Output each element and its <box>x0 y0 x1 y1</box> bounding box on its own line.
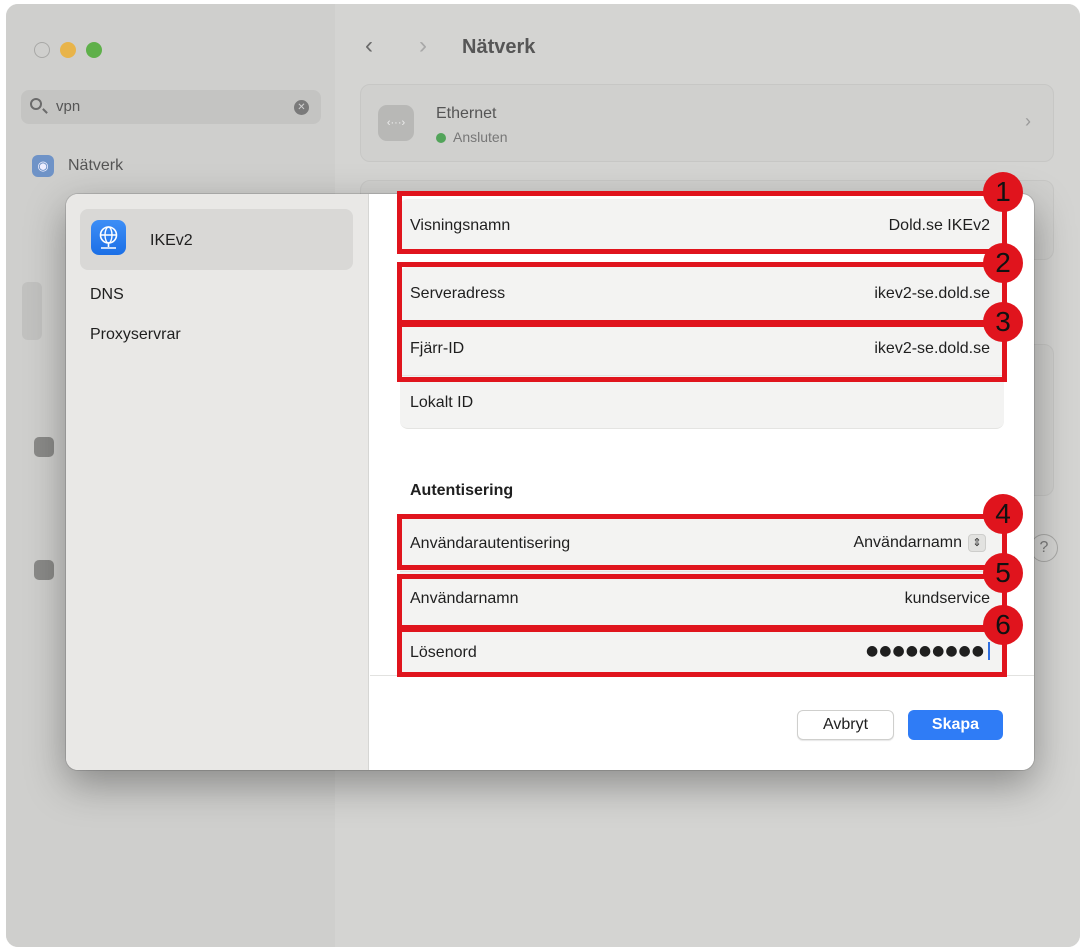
annotation-box-5 <box>397 574 1007 630</box>
minimize-window-button[interactable] <box>60 42 76 58</box>
annotation-box-2 <box>397 262 1007 325</box>
annotation-box-1 <box>397 191 1007 254</box>
zoom-window-button[interactable] <box>86 42 102 58</box>
cancel-button[interactable]: Avbryt <box>797 710 894 740</box>
close-window-button[interactable] <box>34 42 50 58</box>
annotation-number-4: 4 <box>983 494 1023 534</box>
ethernet-name: Ethernet <box>436 105 497 122</box>
annotation-number-6: 6 <box>983 605 1023 645</box>
ethernet-status: Ansluten <box>453 129 508 145</box>
local-id-field[interactable]: Lokalt ID <box>400 375 1004 429</box>
ethernet-icon: ‹···› <box>378 105 414 141</box>
annotation-number-5: 5 <box>983 553 1023 593</box>
toggle-settings-icon <box>34 437 54 457</box>
sidebar-item-network[interactable]: ◉ Nätverk <box>32 151 332 181</box>
status-dot-icon <box>436 133 446 143</box>
globe-icon: ◉ <box>32 155 54 177</box>
annotation-box-4 <box>397 514 1007 570</box>
authentication-section-title: Autentisering <box>410 482 514 499</box>
forward-button[interactable]: › <box>419 32 427 60</box>
chevron-right-icon: › <box>1025 111 1031 131</box>
annotation-box-6 <box>397 627 1007 677</box>
annotation-box-3 <box>397 322 1007 382</box>
help-button[interactable]: ? <box>1030 534 1058 562</box>
sidebar-item-label: Nätverk <box>68 157 124 174</box>
annotation-number-2: 2 <box>983 243 1023 283</box>
search-input[interactable]: vpn ✕ <box>21 90 321 124</box>
sidebar-item-proxies[interactable]: Proxyservrar <box>90 326 181 344</box>
sidebar-item-dns[interactable]: DNS <box>90 286 124 304</box>
sidebar-highlight <box>22 282 42 340</box>
local-id-label: Lokalt ID <box>410 394 474 411</box>
sidebar-item-label: IKEv2 <box>150 232 193 249</box>
search-input-value: vpn <box>56 98 81 115</box>
ethernet-service-row[interactable]: ‹···› Ethernet Ansluten › <box>360 84 1054 162</box>
globe-network-icon <box>91 220 126 255</box>
annotation-number-3: 3 <box>983 302 1023 342</box>
back-button[interactable]: ‹ <box>365 32 373 60</box>
dialog-footer: Avbryt Skapa <box>370 675 1034 770</box>
sidebar-item-ikev2[interactable]: IKEv2 <box>80 209 353 270</box>
annotation-number-1: 1 <box>983 172 1023 212</box>
create-button[interactable]: Skapa <box>908 710 1003 740</box>
search-icon <box>30 98 42 110</box>
dialog-sidebar: IKEv2 DNS Proxyservrar <box>66 194 369 770</box>
page-title: Nätverk <box>462 36 536 58</box>
privacy-shield-icon <box>34 560 54 580</box>
clear-search-icon[interactable]: ✕ <box>294 100 309 115</box>
